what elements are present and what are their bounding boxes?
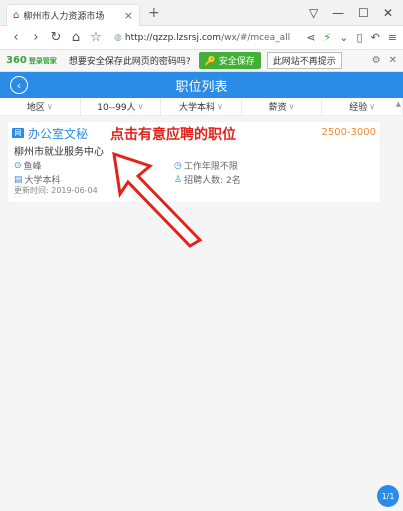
app-header: ‹ 职位列表 [0,72,403,98]
gear-icon[interactable]: ⚙ [372,55,381,66]
maximize-icon[interactable]: ☐ [358,6,369,20]
address-path: /wx/#/mcea_all [221,32,291,43]
secure-save-button[interactable]: 🔑 安全保存 [198,52,261,69]
close-icon[interactable]: ✕ [383,6,393,20]
tablet-icon[interactable]: ▯ [357,31,363,44]
document-icon: ▤ [14,174,23,185]
hamburger-menu-icon[interactable]: ≡ [388,31,397,44]
job-title[interactable]: 办公室文秘 [28,125,88,142]
filter-company-size[interactable]: 10--99人 ∨ [81,98,162,115]
filter-bar: 地区 ∨ 10--99人 ∨ 大学本科 ∨ 薪资 ∨ 经验 ∨ ▲ [0,98,403,116]
chevron-down-icon: ∨ [217,102,223,111]
menu-icon[interactable]: ▽ [309,6,318,20]
logo-360: 360 登录管家 [6,55,57,66]
chevron-down-icon: ∨ [369,102,376,111]
password-manager-bar: 360 登录管家 想要安全保存此网页的密码吗? 🔑 安全保存 此网站不再提示 ⚙ … [0,50,403,72]
navigation-bar: ‹ › ↻ ⌂ ☆ ◍ http:// qzzp.lzsrsj.com /wx/… [0,26,403,50]
password-save-prompt: 想要安全保存此网页的密码吗? [68,57,191,67]
annotation-text: 点击有意应聘的职位 [110,127,236,143]
filter-experience[interactable]: 经验 ∨ [322,98,403,115]
address-prefix: http:// [124,32,153,43]
filter-education[interactable]: 大学本科 ∨ [161,98,242,115]
key-icon: 🔑 [204,57,216,67]
globe-icon: ◍ [114,32,122,43]
chevron-down-icon[interactable]: ⌄ [339,31,348,44]
page-title: 职位列表 [175,79,228,95]
job-salary: 2500-3000 [321,127,376,138]
close-tab-icon[interactable]: × [124,9,133,22]
filter-region[interactable]: 地区 ∨ [0,98,81,115]
toolbar-right: ⋖ ⚡ ⌄ ▯ ↶ ≡ [306,31,397,44]
filter-salary[interactable]: 薪资 ∨ [242,98,323,115]
browser-tab[interactable]: ⌂ 柳州市人力资源市场 × [6,3,140,26]
annotation-arrow [112,151,203,248]
address-domain: qzzp.lzsrsj.com [152,32,222,43]
star-icon[interactable]: ☆ [86,30,106,45]
back-icon[interactable]: ‹ [6,30,26,45]
new-tab-button[interactable]: + [148,5,160,21]
minimize-icon[interactable]: — [332,6,344,20]
home-icon[interactable]: ⌂ [66,30,86,45]
close-bar-icon[interactable]: ✕ [389,55,397,66]
undo-icon[interactable]: ↶ [371,31,380,44]
address-bar[interactable]: ◍ http:// qzzp.lzsrsj.com /wx/#/mcea_all [110,29,302,47]
job-company: 柳州市就业服务中心 [14,147,104,158]
scroll-up-arrow[interactable]: ▲ [396,100,401,108]
job-location: ⊙ 鱼峰 [14,160,42,173]
job-badge: 网 [12,128,24,138]
chevron-down-icon: ∨ [46,102,53,111]
back-button[interactable]: ‹ [10,76,28,94]
job-updated: 更新时间: 2019-06-04 [14,186,98,195]
lightning-icon[interactable]: ⚡ [324,31,332,44]
chevron-down-icon: ∨ [288,102,295,111]
window-controls: ▽ — ☐ ✕ [309,6,393,20]
no-prompt-button[interactable]: 此网站不再提示 [266,52,342,69]
reload-icon[interactable]: ↻ [46,30,66,45]
house-icon: ⌂ [13,9,20,21]
share-icon[interactable]: ⋖ [306,31,315,44]
forward-icon[interactable]: › [26,30,46,45]
chevron-down-icon: ∨ [137,102,144,111]
tab-title: 柳州市人力资源市场 [23,11,105,22]
page-indicator[interactable]: 1/1 [377,485,399,507]
location-pin-icon: ⊙ [14,160,22,171]
browser-tab-bar: ⌂ 柳州市人力资源市场 × + ▽ — ☐ ✕ [0,0,403,26]
